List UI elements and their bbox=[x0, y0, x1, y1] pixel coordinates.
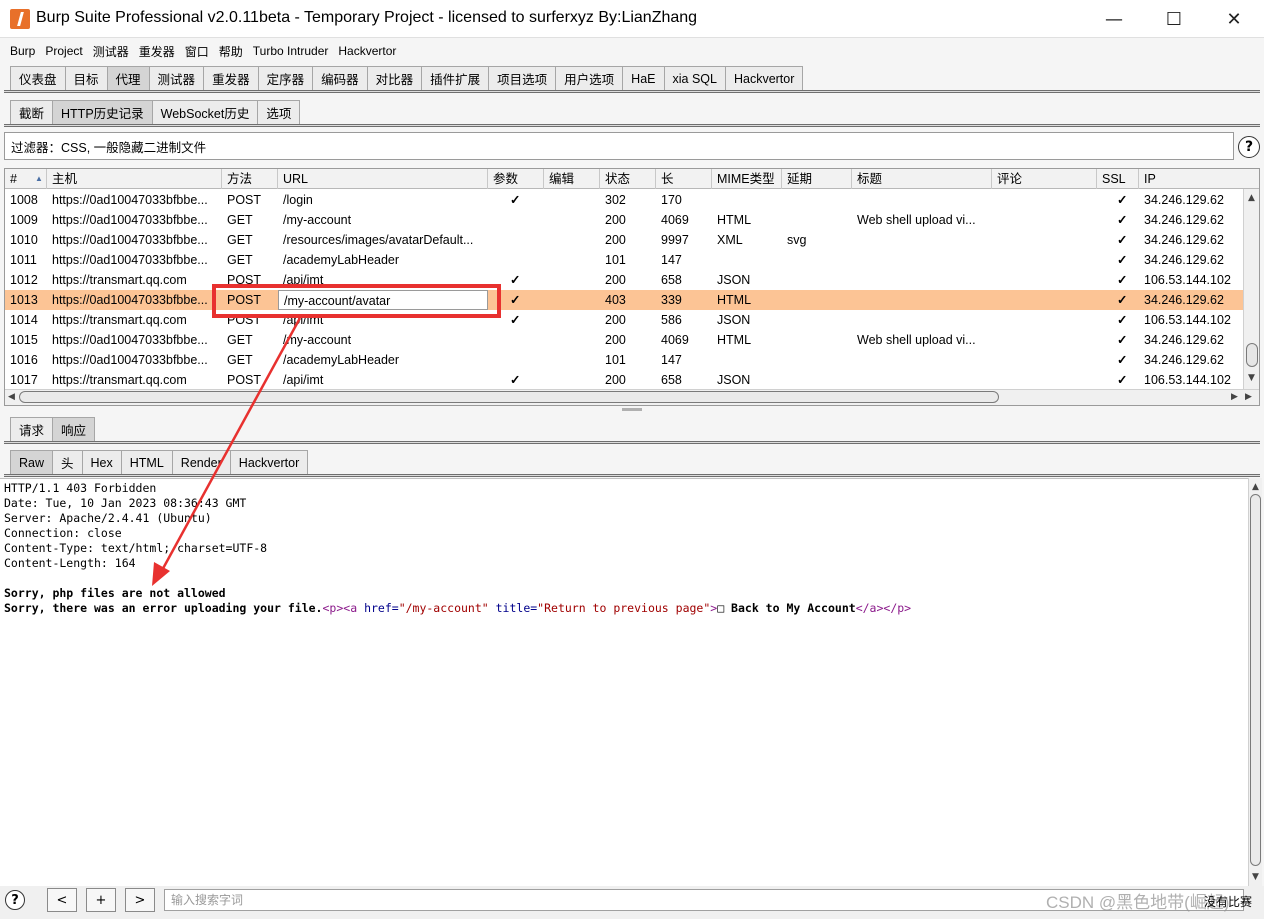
annotation-arrow bbox=[152, 317, 302, 586]
burp-window: Burp Suite Professional v2.0.11beta - Te… bbox=[0, 0, 1264, 919]
